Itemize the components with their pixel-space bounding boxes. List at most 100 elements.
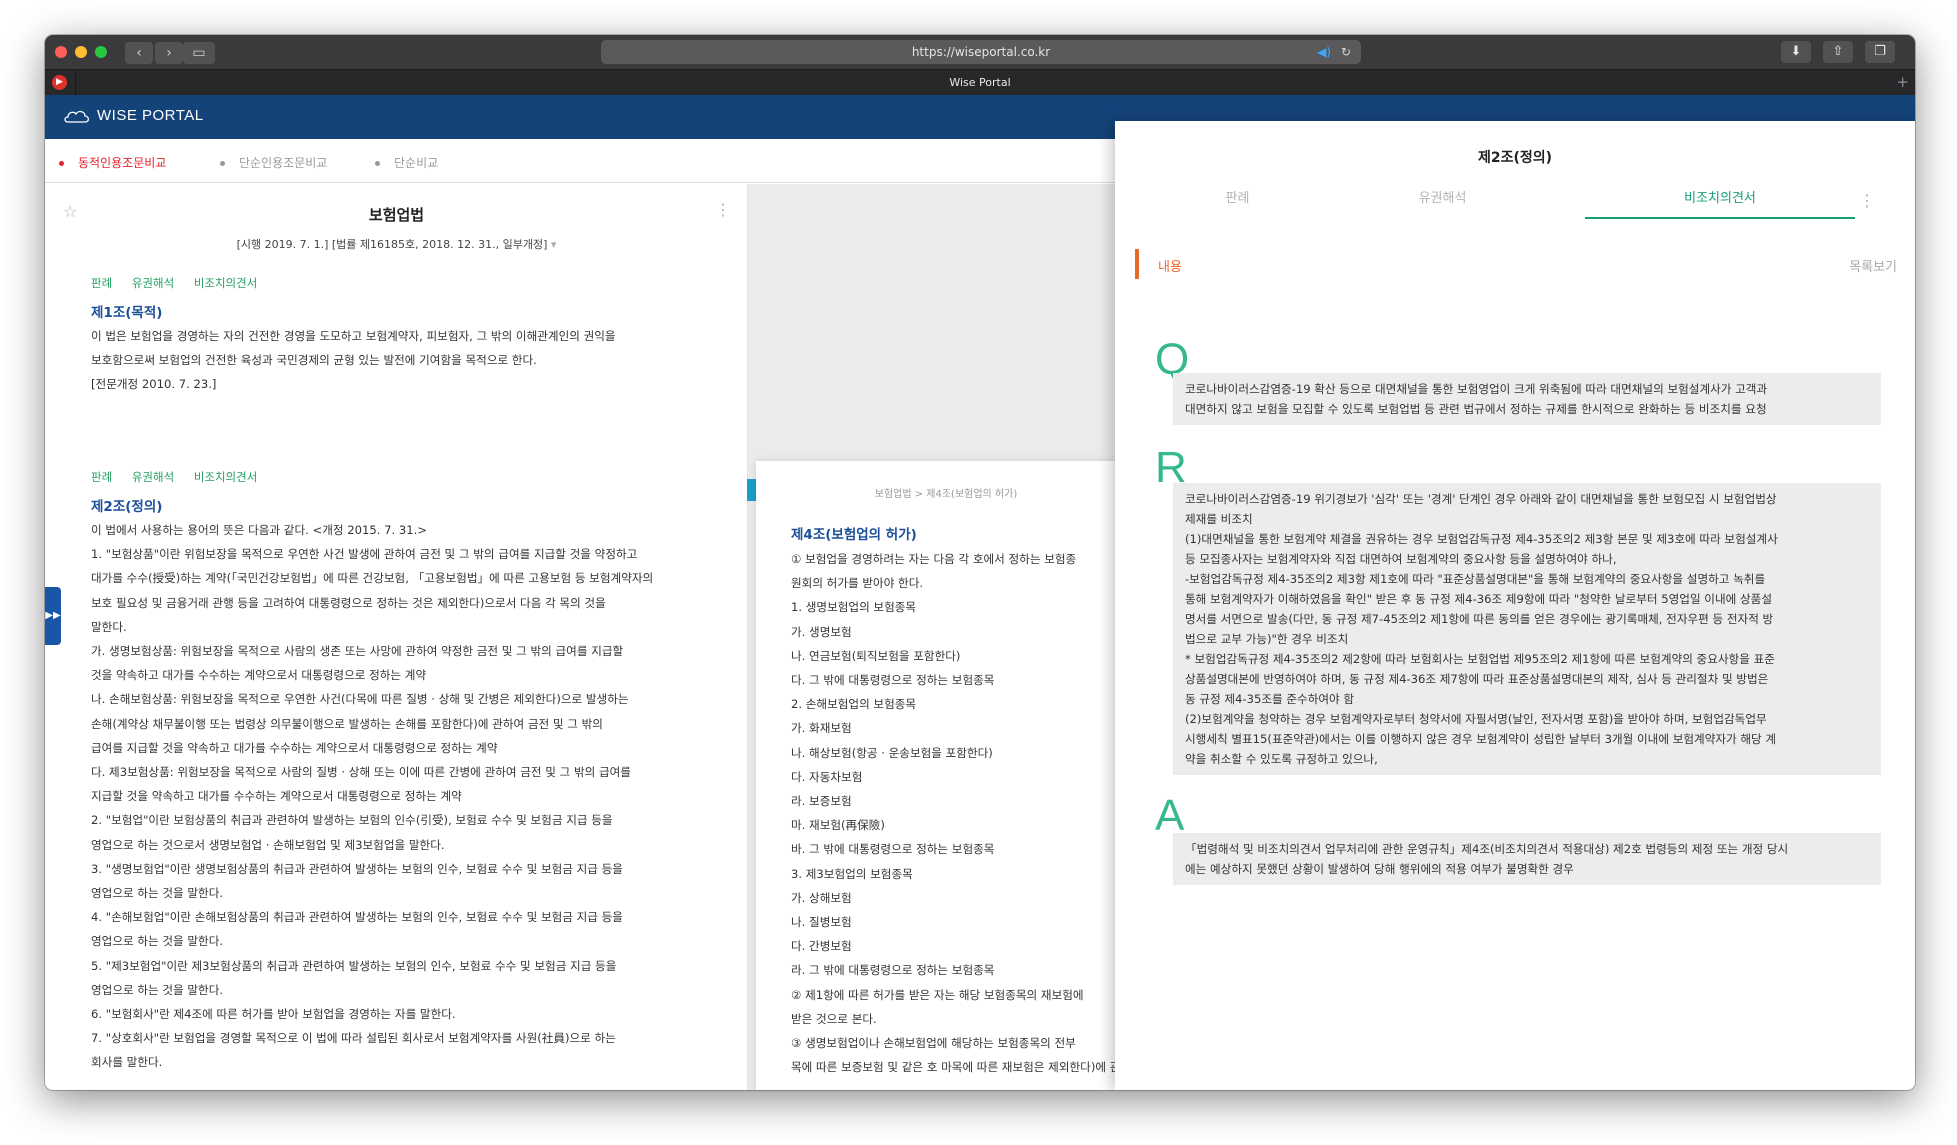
maximize-dot-icon[interactable] xyxy=(95,46,107,58)
law-title: 보험업법 xyxy=(368,206,425,224)
new-tab-icon[interactable]: + xyxy=(1896,73,1909,91)
text-line: 영업으로 하는 것을 말한다. xyxy=(91,934,224,949)
browser-window: ‹ › ▭ https://wiseportal.co.kr ◀) ↻ ⬇ ⇧ … xyxy=(45,35,1915,1090)
browser-tabbar: ▶ Wise Portal + xyxy=(45,69,1915,96)
article2-tags: 판례 유권해석 비조치의견서 xyxy=(91,469,273,485)
article4-heading[interactable]: 제4조(보험업의 허가) xyxy=(791,523,917,543)
content-marker xyxy=(1135,249,1139,279)
text-line: 이 법은 보험업을 경영하는 자의 건전한 경영을 도모하고 보험계약자, 피보… xyxy=(91,329,616,343)
text-line: * 보험업감독규정 제4-35조의2 제2항에 따라 보험회사는 보험업법 제9… xyxy=(1185,652,1775,666)
speaker-icon[interactable]: ◀) xyxy=(1317,40,1331,64)
text-line: 가. 생명보험상품: 위험보장을 목적으로 사람의 생존 또는 사망에 관하여 … xyxy=(91,644,624,659)
mode-tab-label: 단순인용조문비교 xyxy=(239,156,328,170)
text-line: [전문개정 2010. 7. 23.] xyxy=(91,377,217,392)
text-line: 코로나바이러스감염증-19 위기경보가 '심각' 또는 '경계' 단계인 경우 … xyxy=(1185,492,1777,506)
text-line: 손해(계약상 채무불이행 또는 법령상 의무불이행으로 발생하는 손해를 포함한… xyxy=(91,716,603,731)
text-line: 상품설명대본에 반영하여야 하며, 동 규정 제4-36조 제7항에 따라 표준… xyxy=(1185,672,1769,686)
back-icon[interactable]: ‹ xyxy=(125,42,153,64)
text-line: 제재를 비조치 xyxy=(1185,512,1253,526)
tag-precedent[interactable]: 판례 xyxy=(91,470,112,484)
tab-title[interactable]: Wise Portal xyxy=(45,76,1915,89)
tag-no-action-letter[interactable]: 비조치의견서 xyxy=(194,276,257,290)
text-line: 급여를 지급할 것을 약속하고 대가를 수수하는 계약으로서 대통령령으로 정하… xyxy=(91,740,498,755)
minimize-dot-icon[interactable] xyxy=(75,46,87,58)
tab-interpretation[interactable]: 유권해석 xyxy=(1340,187,1545,219)
tab-simple-compare[interactable]: 단순비교 xyxy=(375,154,438,171)
text-line: 영업으로 하는 것을 말한다. xyxy=(91,982,224,997)
reason-box: 코로나바이러스감염증-19 위기경보가 '심각' 또는 '경계' 단계인 경우 … xyxy=(1173,483,1881,775)
text-line: 동 규정 제4-35조를 준수하여야 함 xyxy=(1185,692,1355,706)
text-line: 에는 예상하지 못했던 상황이 발생하여 당해 행위에의 적용 여부가 불명확한… xyxy=(1185,862,1574,876)
text-line: 6. "보험회사"란 제4조에 따른 허가를 받아 보험업을 경영하는 자를 말… xyxy=(91,1007,456,1022)
tabs-icon[interactable]: ❐ xyxy=(1865,41,1895,63)
text-line: 나. 손해보험상품: 위험보장을 목적으로 우연한 사건(다목에 따른 질병 ·… xyxy=(91,692,629,707)
logo-text: WISE PORTAL xyxy=(97,107,204,124)
tag-precedent[interactable]: 판례 xyxy=(91,276,112,290)
text-line: 지급할 것을 약속하고 대가를 수수하는 계약으로서 대통령령으로 정하는 계약 xyxy=(91,789,462,804)
text-line: 것을 약속하고 대가를 수수하는 계약으로서 대통령령으로 정하는 계약 xyxy=(91,668,427,683)
text-line: (1)대면채널을 통한 보험계약 체결을 권유하는 경우 보험업감독규정 제4-… xyxy=(1185,532,1778,546)
text-line: 명서를 서면으로 발송(다만, 동 규정 제7-45조의2 제1항에 따른 동의… xyxy=(1185,612,1774,626)
mode-tab-label: 동적인용조문비교 xyxy=(78,156,167,170)
article1-heading[interactable]: 제1조(목적) xyxy=(91,301,162,321)
address-bar[interactable]: https://wiseportal.co.kr ◀) ↻ xyxy=(601,40,1361,64)
text-line: 통해 보험계약자가 이해하였음을 확인" 받은 후 동 규정 제4-36조 제9… xyxy=(1185,592,1772,606)
law-meta-text: [시행 2019. 7. 1.] [법률 제16185호, 2018. 12. … xyxy=(236,238,548,251)
answer-box: 「법령해석 및 비조치의견서 업무처리에 관한 운영규칙」제4조(비조치의견서 … xyxy=(1173,833,1881,885)
chevron-down-icon[interactable]: ▾ xyxy=(551,238,557,251)
text-line: 법으로 교부 가능)"한 경우 비조치 xyxy=(1185,632,1349,646)
text-line: 등 모집종사자는 보험계약자와 직접 대면하여 보험계약의 중요사항 등을 설명… xyxy=(1185,552,1617,566)
law-meta[interactable]: [시행 2019. 7. 1.] [법률 제16185호, 2018. 12. … xyxy=(45,236,747,252)
expand-handle-icon[interactable]: ▶▶ xyxy=(45,587,61,645)
no-action-letter-panel: 제2조(정의) 판례 유권해석 비조치의견서 ⋮ 내용 목록보기 Q 코로나바이… xyxy=(1115,121,1915,1090)
tag-interpretation[interactable]: 유권해석 xyxy=(132,470,174,484)
text-line: 영업으로 하는 것을 말한다. xyxy=(91,886,224,901)
text-line: 다. 제3보험상품: 위험보장을 목적으로 사람의 질병 · 상해 또는 이에 … xyxy=(91,765,631,780)
text-line: 보호함으로써 보험업의 건전한 육성과 국민경제의 균형 있는 발전에 기여함을… xyxy=(91,353,537,368)
panel-tabs: 판례 유권해석 비조치의견서 xyxy=(1115,187,1915,219)
browser-titlebar: ‹ › ▭ https://wiseportal.co.kr ◀) ↻ ⬇ ⇧ … xyxy=(45,35,1915,69)
text-line: 코로나바이러스감염증-19 확산 등으로 대면채널을 통한 보험영업이 크게 위… xyxy=(1185,382,1768,396)
panel-title: 제2조(정의) xyxy=(1477,150,1553,166)
site-logo[interactable]: WISE PORTAL xyxy=(63,107,204,124)
text-line: 보호 필요성 및 금융거래 관행 등을 고려하여 대통령령으로 정하는 것은 제… xyxy=(91,595,606,610)
tag-interpretation[interactable]: 유권해석 xyxy=(132,276,174,290)
text-line: 회사를 말한다. xyxy=(91,1055,163,1070)
list-view-link[interactable]: 목록보기 xyxy=(1849,256,1897,275)
text-line: 4. "손해보험업"이란 손해보험상품의 취급과 관련하여 발생하는 보험의 인… xyxy=(91,910,623,925)
tag-no-action-letter[interactable]: 비조치의견서 xyxy=(194,470,257,484)
article1-tags: 판례 유권해석 비조치의견서 xyxy=(91,275,273,291)
dot-icon xyxy=(375,161,380,166)
breadcrumb: 보험업법 > 제4조(보험업의 허가) xyxy=(874,489,1018,500)
dot-icon xyxy=(220,161,225,166)
url-text: https://wiseportal.co.kr xyxy=(911,45,1051,59)
sidebar-icon[interactable]: ▭ xyxy=(183,42,215,64)
mode-tab-label: 단순비교 xyxy=(394,156,439,170)
text-line: 1. "보험상품"이란 위험보장을 목적으로 우연한 사건 발생에 관하여 금전… xyxy=(91,547,638,562)
comparison-mode-tabs: 동적인용조문비교 단순인용조문비교 단순비교 xyxy=(45,139,1125,183)
text-line: 시행세칙 별표15(표준약관)에서는 이를 이행하지 않은 경우 보험계약이 성… xyxy=(1185,732,1777,746)
text-line: 5. "제3보험업"이란 제3보험상품의 취급과 관련하여 발생하는 보험의 인… xyxy=(91,958,617,973)
text-line: 이 법에서 사용하는 용어의 뜻은 다음과 같다. <개정 2015. 7. 3… xyxy=(91,523,427,537)
main-law-panel: ☆ ⋮ 보험업법 [시행 2019. 7. 1.] [법률 제16185호, 2… xyxy=(45,184,748,1090)
close-dot-icon[interactable] xyxy=(55,46,67,58)
text-line: -보험업감독규정 제4-35조의2 제3항 제1호에 따라 "표준상품설명대본"… xyxy=(1185,572,1766,586)
tab-no-action-letter[interactable]: 비조치의견서 xyxy=(1585,187,1855,219)
text-line: 7. "상호회사"란 보험업을 경영할 목적으로 이 법에 따라 설립된 회사로… xyxy=(91,1031,616,1046)
download-icon[interactable]: ⬇ xyxy=(1781,41,1811,63)
middle-accent-marker xyxy=(747,479,756,501)
active-dot-icon xyxy=(59,161,64,166)
forward-icon[interactable]: › xyxy=(155,42,183,64)
share-icon[interactable]: ⇧ xyxy=(1823,41,1853,63)
article1-body: 이 법은 보험업을 경영하는 자의 건전한 경영을 도모하고 보험계약자, 피보… xyxy=(91,324,701,397)
tab-simple-citation-compare[interactable]: 단순인용조문비교 xyxy=(220,154,327,171)
article2-heading[interactable]: 제2조(정의) xyxy=(91,495,162,515)
tab-precedent[interactable]: 판례 xyxy=(1135,187,1340,219)
reload-icon[interactable]: ↻ xyxy=(1341,40,1351,64)
tab-dynamic-citation-compare[interactable]: 동적인용조문비교 xyxy=(59,154,166,171)
text-line: 말한다. xyxy=(91,619,127,634)
kebab-icon[interactable]: ⋮ xyxy=(1859,191,1875,210)
text-line: 2. "보험업"이란 보험상품의 취급과 관련하여 발생하는 보험의 인수(引受… xyxy=(91,813,613,828)
text-line: 영업으로 하는 것으로서 생명보험업 · 손해보험업 및 제3보험업을 말한다. xyxy=(91,837,445,852)
text-line: 약을 취소할 수 있도록 규정하고 있으나, xyxy=(1185,752,1378,766)
